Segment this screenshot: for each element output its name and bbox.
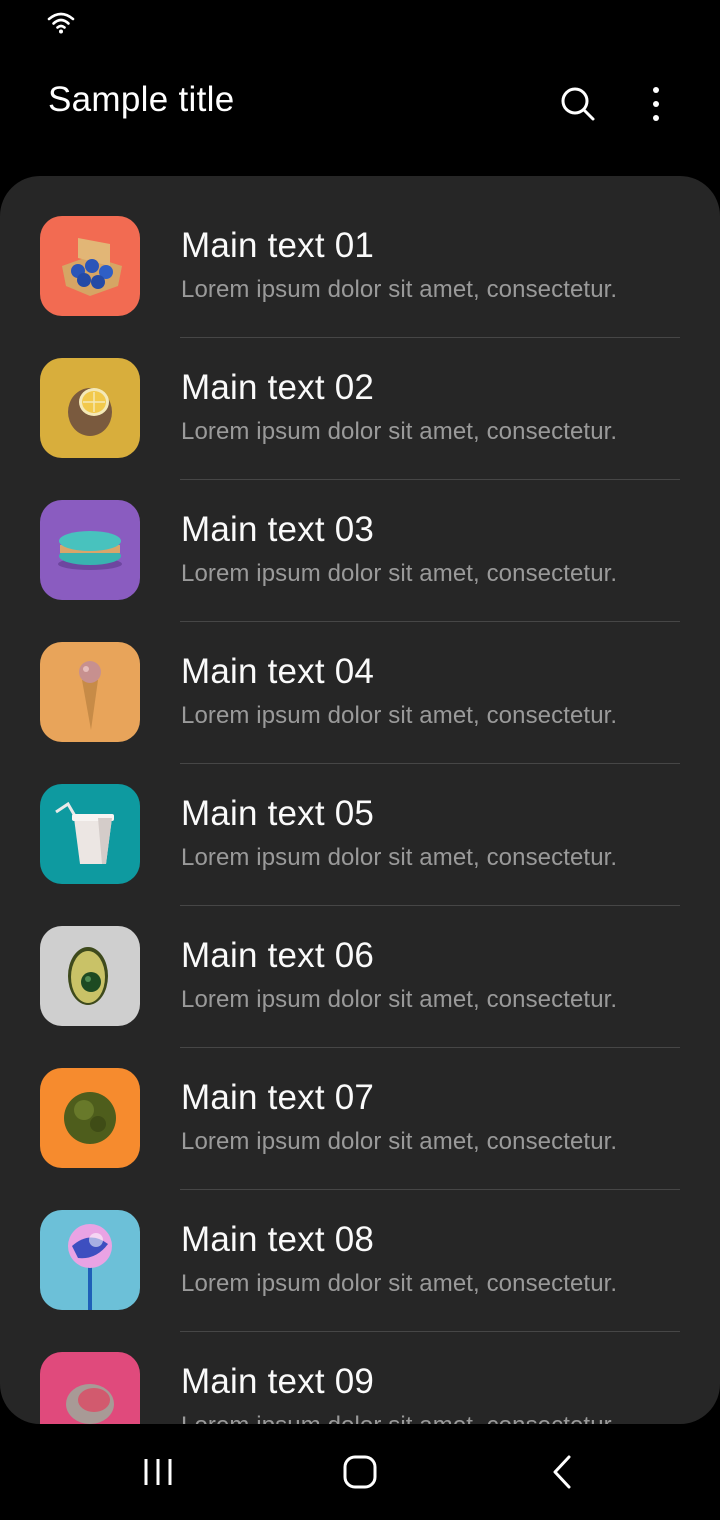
sub-text: Lorem ipsum dolor sit amet, consectetur. xyxy=(181,986,618,1013)
sub-text: Lorem ipsum dolor sit amet, consectetur. xyxy=(181,276,618,303)
main-text: Main text 09 xyxy=(181,1362,375,1401)
more-vertical-icon xyxy=(653,87,659,121)
recents-icon xyxy=(144,1459,172,1485)
main-text: Main text 07 xyxy=(181,1078,375,1117)
thumbnail-image xyxy=(40,358,140,458)
list-item[interactable]: Main text 08 Lorem ipsum dolor sit amet,… xyxy=(0,1190,720,1332)
recents-button[interactable] xyxy=(118,1444,198,1500)
navigation-bar xyxy=(0,1424,720,1520)
wifi-icon xyxy=(47,12,75,34)
page-title: Sample title xyxy=(48,80,235,119)
sub-text: Lorem ipsum dolor sit amet, consectetur. xyxy=(181,1128,618,1155)
sub-text: Lorem ipsum dolor sit amet, consectetur. xyxy=(181,560,618,587)
thumbnail-image xyxy=(40,642,140,742)
list-item[interactable]: Main text 04 Lorem ipsum dolor sit amet,… xyxy=(0,622,720,764)
main-text: Main text 04 xyxy=(181,652,375,691)
thumbnail-image xyxy=(40,216,140,316)
thumbnail-image xyxy=(40,784,140,884)
thumbnail-image xyxy=(40,500,140,600)
list-item[interactable]: Main text 09 Lorem ipsum dolor sit amet,… xyxy=(0,1332,720,1424)
search-button[interactable] xyxy=(552,76,604,132)
search-icon xyxy=(561,87,595,121)
sub-text: Lorem ipsum dolor sit amet, consectetur. xyxy=(181,1270,618,1297)
list-item[interactable]: Main text 01 Lorem ipsum dolor sit amet,… xyxy=(0,196,720,338)
main-text: Main text 02 xyxy=(181,368,375,407)
thumbnail-image xyxy=(40,1068,140,1168)
thumbnail-image xyxy=(40,1210,140,1310)
status-bar xyxy=(0,0,720,48)
main-text: Main text 01 xyxy=(181,226,375,265)
thumbnail-image xyxy=(40,1352,140,1424)
home-button[interactable] xyxy=(320,1444,400,1500)
main-text: Main text 08 xyxy=(181,1220,375,1259)
sub-text: Lorem ipsum dolor sit amet, consectetur. xyxy=(181,844,618,871)
list-item[interactable]: Main text 07 Lorem ipsum dolor sit amet,… xyxy=(0,1048,720,1190)
sub-text: Lorem ipsum dolor sit amet, consectetur. xyxy=(181,1412,617,1424)
main-text: Main text 06 xyxy=(181,936,375,975)
main-text: Main text 05 xyxy=(181,794,375,833)
list-item[interactable]: Main text 02 Lorem ipsum dolor sit amet,… xyxy=(0,338,720,480)
more-options-button[interactable] xyxy=(630,76,682,132)
home-icon xyxy=(343,1455,377,1489)
list-item[interactable]: Main text 05 Lorem ipsum dolor sit amet,… xyxy=(0,764,720,906)
back-button[interactable] xyxy=(522,1444,602,1500)
thumbnail-image xyxy=(40,926,140,1026)
back-icon xyxy=(553,1455,571,1489)
list-item[interactable]: Main text 06 Lorem ipsum dolor sit amet,… xyxy=(0,906,720,1048)
list-item[interactable]: Main text 03 Lorem ipsum dolor sit amet,… xyxy=(0,480,720,622)
main-text: Main text 03 xyxy=(181,510,375,549)
sub-text: Lorem ipsum dolor sit amet, consectetur. xyxy=(181,702,618,729)
sub-text: Lorem ipsum dolor sit amet, consectetur. xyxy=(181,418,618,445)
list-card: Main text 01 Lorem ipsum dolor sit amet,… xyxy=(0,176,720,1424)
app-bar: Sample title xyxy=(0,60,720,150)
